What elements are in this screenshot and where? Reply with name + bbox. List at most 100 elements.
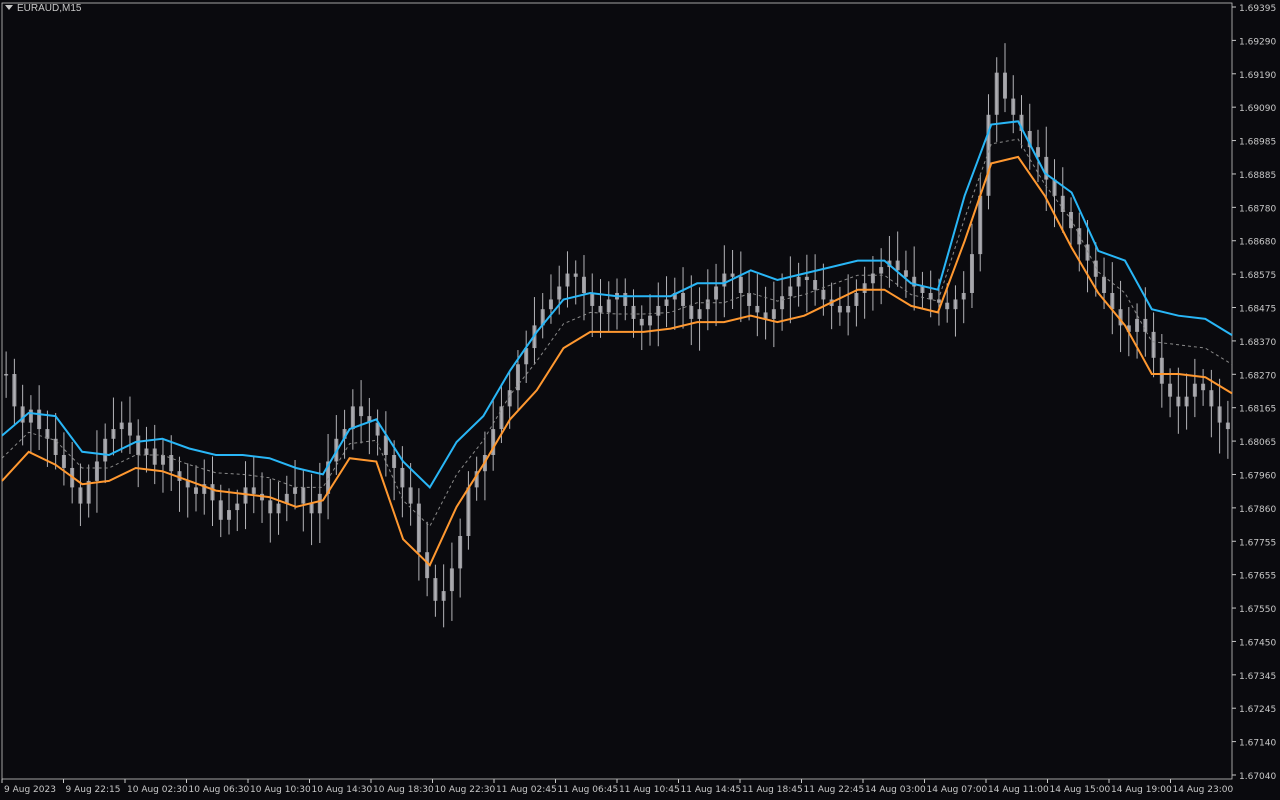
y-tick-label: 1.68065 <box>1239 438 1276 448</box>
candle-body <box>28 409 33 423</box>
candle-body <box>969 254 974 293</box>
y-tick-label: 1.67655 <box>1239 572 1276 582</box>
y-tick-label: 1.68575 <box>1239 271 1276 281</box>
candle-body <box>127 422 132 436</box>
candle-body <box>606 299 611 313</box>
candle-body <box>458 535 463 569</box>
candle-body <box>210 484 215 501</box>
price-chart[interactable]: 1.69395 1.69290 1.69190 1.69090 1.68985 1.688… <box>0 0 1280 800</box>
candle-body <box>1209 390 1214 407</box>
candle-body <box>94 461 99 481</box>
candle-body <box>1011 98 1016 115</box>
candle-body <box>755 305 760 313</box>
x-tick-label: 10 Aug 18:30 <box>373 785 434 795</box>
candle-body <box>639 318 644 326</box>
candle-body <box>218 500 223 520</box>
y-tick-label: 1.68780 <box>1239 204 1276 214</box>
candle-body <box>705 299 710 310</box>
candle-body <box>1225 422 1230 430</box>
candle-body <box>268 500 273 514</box>
y-tick-label: 1.67960 <box>1239 471 1276 481</box>
lower-band-line <box>1 155 1233 567</box>
candle-body <box>862 283 867 293</box>
candle-body <box>449 568 454 592</box>
candle-body <box>714 286 719 300</box>
y-tick-label: 1.67450 <box>1239 638 1276 648</box>
candle-body <box>317 493 322 514</box>
y-tick-label: 1.68885 <box>1239 171 1276 181</box>
candle-body <box>227 510 232 520</box>
candle-body <box>466 487 471 536</box>
candle-body <box>895 260 900 271</box>
candle-body <box>78 487 83 504</box>
candle-body <box>1159 357 1164 384</box>
candle-body <box>309 503 314 514</box>
candle-body <box>590 292 595 306</box>
candle-body <box>780 296 785 310</box>
candle-body <box>1135 318 1140 332</box>
candle-body <box>1077 228 1082 245</box>
x-tick-label: 14 Aug 15:00 <box>1050 785 1111 795</box>
candle-body <box>1143 318 1148 332</box>
x-tick-label: 11 Aug 14:45 <box>681 785 742 795</box>
candle-body <box>408 487 413 504</box>
candle-body <box>573 273 578 277</box>
candle-body <box>623 292 628 306</box>
x-tick-label: 14 Aug 19:00 <box>1111 785 1172 795</box>
y-tick-label: 1.68165 <box>1239 405 1276 415</box>
candle-body <box>953 299 958 310</box>
candle-body <box>193 487 198 494</box>
candle-body <box>854 292 859 306</box>
x-tick-label: 11 Aug 02:45 <box>496 785 557 795</box>
x-tick-label: 14 Aug 11:00 <box>988 785 1049 795</box>
candle-body <box>738 276 743 293</box>
candle-body <box>243 487 248 504</box>
collapse-triangle-icon[interactable] <box>5 5 13 10</box>
y-tick-label: 1.69090 <box>1239 104 1276 114</box>
candle-body <box>565 273 570 287</box>
x-tick-label: 10 Aug 22:30 <box>435 785 496 795</box>
candle-body <box>144 448 149 455</box>
candle-body <box>276 503 281 514</box>
candle-body <box>689 305 694 319</box>
candle-body <box>548 299 553 310</box>
candle-body <box>1192 383 1197 397</box>
y-tick-label: 1.68370 <box>1239 338 1276 348</box>
candle-body <box>37 409 42 430</box>
candle-body <box>581 276 586 293</box>
candle-body <box>119 422 124 430</box>
candle-body <box>1201 383 1206 391</box>
candle-body <box>903 270 908 277</box>
y-tick-label: 1.68985 <box>1239 138 1276 148</box>
y-tick-label: 1.69290 <box>1239 37 1276 47</box>
y-tick-label: 1.67245 <box>1239 705 1276 715</box>
candle-body <box>697 309 702 319</box>
candle-body <box>350 406 355 430</box>
y-tick-label: 1.67140 <box>1239 739 1276 749</box>
candle-body <box>788 286 793 297</box>
x-tick-label: 11 Aug 18:45 <box>742 785 803 795</box>
candle-body <box>846 305 851 313</box>
x-tick-label: 11 Aug 06:45 <box>558 785 619 795</box>
candle-body <box>1184 396 1189 407</box>
x-tick-label: 10 Aug 02:30 <box>127 785 188 795</box>
candle-body <box>12 373 17 407</box>
candle-body <box>821 289 826 300</box>
y-tick-label: 1.67860 <box>1239 505 1276 515</box>
candle-body <box>416 503 421 553</box>
candle-body <box>103 438 108 462</box>
x-tick-label: 14 Aug 03:00 <box>865 785 926 795</box>
candle-body <box>722 273 727 287</box>
candle-body <box>978 195 983 255</box>
y-tick-label: 1.67040 <box>1239 772 1276 782</box>
x-tick-label: 11 Aug 22:45 <box>804 785 865 795</box>
candle-body <box>293 487 298 494</box>
chart-window: 1.69395 1.69290 1.69190 1.69090 1.68985 1.688… <box>0 0 1280 800</box>
candle-body <box>507 390 512 407</box>
candle-body <box>1085 244 1090 261</box>
candle-body <box>928 292 933 300</box>
x-tick-label: 10 Aug 06:30 <box>189 785 250 795</box>
candle-body <box>53 438 58 455</box>
candle-body <box>1217 406 1222 423</box>
x-tick-label: 9 Aug 22:15 <box>66 785 121 795</box>
